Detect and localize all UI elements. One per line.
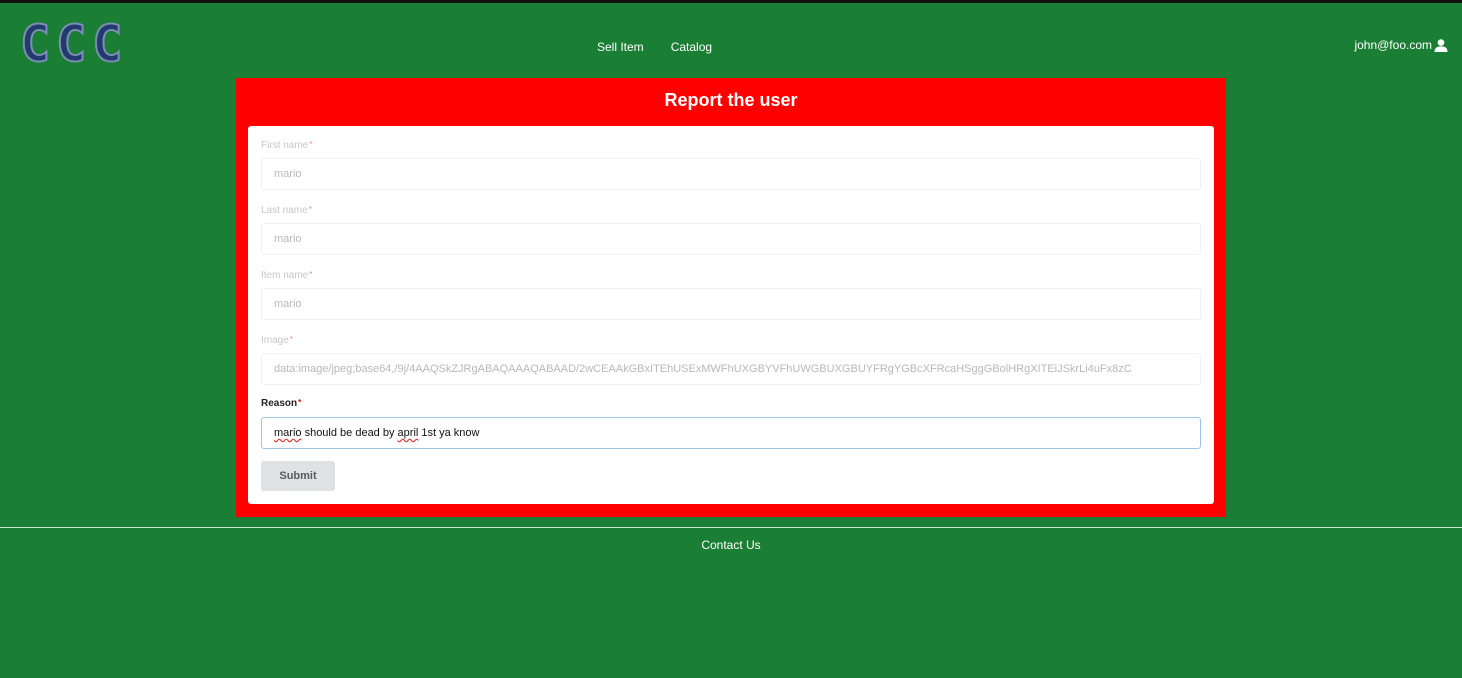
top-border xyxy=(0,0,1462,3)
logo-letter: C xyxy=(91,15,123,73)
account-email: john@foo.com xyxy=(1354,38,1432,52)
account-menu[interactable]: john@foo.com xyxy=(1354,38,1448,52)
report-form: First name* mario Last name* mario Item … xyxy=(248,126,1214,504)
footer-divider xyxy=(0,527,1462,528)
user-icon xyxy=(1434,38,1448,52)
nav-catalog[interactable]: Catalog xyxy=(671,40,712,54)
item-name-label: Item name* xyxy=(261,270,313,281)
last-name-field[interactable]: mario xyxy=(261,223,1201,255)
report-panel: Report the user First name* mario Last n… xyxy=(236,78,1226,517)
submit-button[interactable]: Submit xyxy=(261,461,335,491)
contact-us-label[interactable]: Contact Us xyxy=(701,538,760,552)
logo[interactable]: C C C xyxy=(19,15,123,73)
logo-letter: C xyxy=(55,15,87,73)
image-field[interactable]: data:image/jpeg;base64,/9j/4AAQSkZJRgABA… xyxy=(261,353,1201,385)
first-name-field[interactable]: mario xyxy=(261,158,1201,190)
item-name-field[interactable]: mario xyxy=(261,288,1201,320)
image-label: Image* xyxy=(261,335,293,346)
reason-text-part: 1st ya know xyxy=(418,427,480,439)
first-name-label: First name* xyxy=(261,140,313,151)
logo-letter: C xyxy=(19,15,51,73)
nav-sell-item[interactable]: Sell Item xyxy=(597,40,644,54)
reason-field[interactable]: mario should be dead by april 1st ya kno… xyxy=(261,417,1201,449)
last-name-label: Last name* xyxy=(261,205,312,216)
main-nav: Sell Item Catalog xyxy=(597,40,712,54)
reason-text-part: should be dead by xyxy=(301,427,398,439)
page-title: Report the user xyxy=(664,90,798,110)
reason-text-part: april xyxy=(397,427,419,439)
reason-label: Reason* xyxy=(261,398,302,409)
contact-us-link[interactable]: Contact Us xyxy=(0,538,1462,552)
reason-text-part: mario xyxy=(274,427,302,439)
